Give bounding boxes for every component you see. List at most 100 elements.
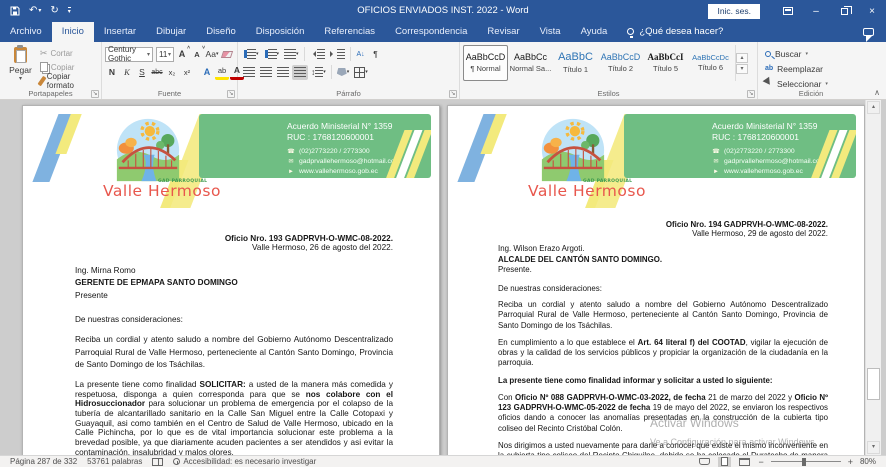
tab-ayuda[interactable]: Ayuda <box>571 22 618 42</box>
zoom-level[interactable]: 80% <box>860 457 876 466</box>
multilevel-list-icon <box>284 49 296 59</box>
close-button[interactable]: × <box>858 0 886 22</box>
underline-button[interactable]: S <box>135 65 149 80</box>
page-right[interactable]: Acuerdo Ministerial N° 1359 RUC : 176812… <box>447 105 865 455</box>
bold-button[interactable]: N <box>105 65 119 80</box>
grow-font-button[interactable]: A˄ <box>175 47 189 62</box>
paste-button[interactable]: Pegar ▾ <box>3 45 38 87</box>
lightbulb-icon <box>627 28 634 35</box>
vertical-scrollbar[interactable]: ▴ ▾ <box>865 100 881 455</box>
change-case-button[interactable]: Aa▾ <box>205 47 219 62</box>
font-family-select[interactable]: Century Gothic▾ <box>105 47 153 62</box>
format-painter-button[interactable]: Copiar formato <box>40 75 98 87</box>
multilevel-list-button[interactable]: ▾ <box>282 47 301 62</box>
clear-formatting-button[interactable] <box>220 47 234 62</box>
style-titulo-1[interactable]: AaBbC Título 1 <box>553 45 598 81</box>
increase-indent-button[interactable] <box>328 47 347 62</box>
tab-disposicion[interactable]: Disposición <box>246 22 315 42</box>
scroll-up-button[interactable]: ▴ <box>867 101 880 114</box>
shading-button[interactable]: ▾ <box>335 65 352 80</box>
subscript-button[interactable]: x₂ <box>165 65 179 80</box>
show-marks-button[interactable]: ¶ <box>369 47 383 62</box>
qat-customize-button[interactable]: ▾ <box>68 7 71 15</box>
cut-button[interactable]: ✂Cortar <box>40 47 98 59</box>
style-titulo-6[interactable]: AaBbCcDc Título 6 <box>688 45 733 81</box>
page-indicator[interactable]: Página 287 de 332 <box>10 457 77 466</box>
word-count[interactable]: 53761 palabras <box>87 457 142 466</box>
web-layout-button[interactable] <box>738 457 751 467</box>
superscript-button[interactable]: x² <box>180 65 194 80</box>
document-area[interactable]: Acuerdo Ministerial N° 1359 RUC : 176812… <box>0 100 886 455</box>
tab-vista[interactable]: Vista <box>530 22 571 42</box>
titlebar-controls: Inic. ses. – × <box>708 0 886 22</box>
find-button[interactable]: Buscar▾ <box>765 47 857 60</box>
clipboard-dialog-launcher[interactable]: ↘ <box>91 90 99 98</box>
tab-inicio[interactable]: Inicio <box>52 22 94 42</box>
align-right-button[interactable] <box>275 65 291 80</box>
highlight-button[interactable]: ab <box>215 65 229 80</box>
style-normal-sa[interactable]: AaBbCc Normal Sa... <box>508 45 553 81</box>
borders-button[interactable]: ▾ <box>352 65 370 80</box>
print-layout-button[interactable] <box>718 457 731 467</box>
clipboard-group-label: Portapapeles <box>0 89 101 98</box>
strikethrough-button[interactable]: abc <box>150 65 164 80</box>
save-icon <box>10 6 20 16</box>
ribbon-display-options-button[interactable] <box>774 0 802 22</box>
zoom-slider-thumb[interactable] <box>802 458 806 466</box>
comments-icon[interactable] <box>863 28 874 36</box>
tab-referencias[interactable]: Referencias <box>314 22 385 42</box>
shrink-font-button[interactable]: A˅ <box>190 47 204 62</box>
restore-button[interactable] <box>830 0 858 22</box>
align-left-button[interactable] <box>241 65 257 80</box>
font-dialog-launcher[interactable]: ↘ <box>227 90 235 98</box>
read-mode-button[interactable] <box>698 457 711 467</box>
font-size-select[interactable]: 11▾ <box>156 47 174 62</box>
tab-archivo[interactable]: Archivo <box>0 22 52 42</box>
decrease-indent-button[interactable] <box>308 47 327 62</box>
zoom-in-button[interactable]: + <box>848 457 853 467</box>
text-effects-button[interactable]: A <box>200 65 214 80</box>
zoom-slider[interactable] <box>771 457 841 466</box>
page-left[interactable]: Acuerdo Ministerial N° 1359 RUC : 176812… <box>22 105 440 455</box>
zoom-out-button[interactable]: − <box>758 457 763 467</box>
paragraph: Reciba un cordial y atento saludo a nomb… <box>498 300 828 331</box>
bullets-button[interactable]: ▾ <box>241 47 261 62</box>
numbering-button[interactable]: ▾ <box>262 47 282 62</box>
sign-in-button[interactable]: Inic. ses. <box>708 4 760 19</box>
accessibility-status[interactable]: Accesibilidad: es necesario investigar <box>173 457 316 466</box>
tell-me-box[interactable]: ¿Qué desea hacer? <box>617 26 733 42</box>
find-icon <box>765 51 771 57</box>
style-normal[interactable]: AaBbCcD ¶ Normal <box>463 45 508 81</box>
line-spacing-button[interactable]: ↕▾ <box>309 65 328 80</box>
group-paragraph: ▾ ▾ ▾ A↓ ¶ ↕▾ ▾ ▾ Párrafo ↘ <box>238 42 460 99</box>
redo-button[interactable]: ↻ <box>50 6 58 16</box>
sort-button[interactable]: A↓ <box>354 47 368 62</box>
italic-button[interactable]: K <box>120 65 134 80</box>
scrollbar-thumb[interactable] <box>867 368 880 400</box>
style-titulo-5[interactable]: AaBbCcI Título 5 <box>643 45 688 81</box>
proofing-status[interactable] <box>152 458 163 466</box>
tab-correspondencia[interactable]: Correspondencia <box>385 22 477 42</box>
paragraph-dialog-launcher[interactable]: ↘ <box>449 90 457 98</box>
undo-button[interactable]: ↶▾ <box>29 6 41 16</box>
phone-icon: ☎ <box>712 148 720 157</box>
save-button[interactable] <box>10 6 20 16</box>
minimize-button[interactable]: – <box>802 0 830 22</box>
align-center-button[interactable] <box>258 65 274 80</box>
tab-dibujar[interactable]: Dibujar <box>146 22 196 42</box>
numbering-icon <box>268 49 277 59</box>
word-window: ↶▾ ↻ ▾ OFICIOS ENVIADOS INST. 2022 - Wor… <box>0 0 886 467</box>
scroll-down-button[interactable]: ▾ <box>867 441 880 454</box>
tab-diseno[interactable]: Diseño <box>196 22 246 42</box>
styles-scroll-up-button[interactable]: ▴ <box>736 53 748 63</box>
collapse-ribbon-button[interactable]: ∧ <box>874 88 880 97</box>
paragraph: Con Oficio Nº 088 GADPRVH-O-WMC-03-2022,… <box>498 393 828 434</box>
group-clipboard: Pegar ▾ ✂Cortar Copiar Copiar formato Po… <box>0 42 102 99</box>
style-titulo-2[interactable]: AaBbCcD Título 2 <box>598 45 643 81</box>
styles-dialog-launcher[interactable]: ↘ <box>747 90 755 98</box>
tab-revisar[interactable]: Revisar <box>477 22 529 42</box>
tab-insertar[interactable]: Insertar <box>94 22 146 42</box>
justify-button[interactable] <box>292 65 308 80</box>
styles-scroll-down-button[interactable]: ▾ <box>736 64 748 74</box>
replace-button[interactable]: abReemplazar <box>765 62 857 75</box>
